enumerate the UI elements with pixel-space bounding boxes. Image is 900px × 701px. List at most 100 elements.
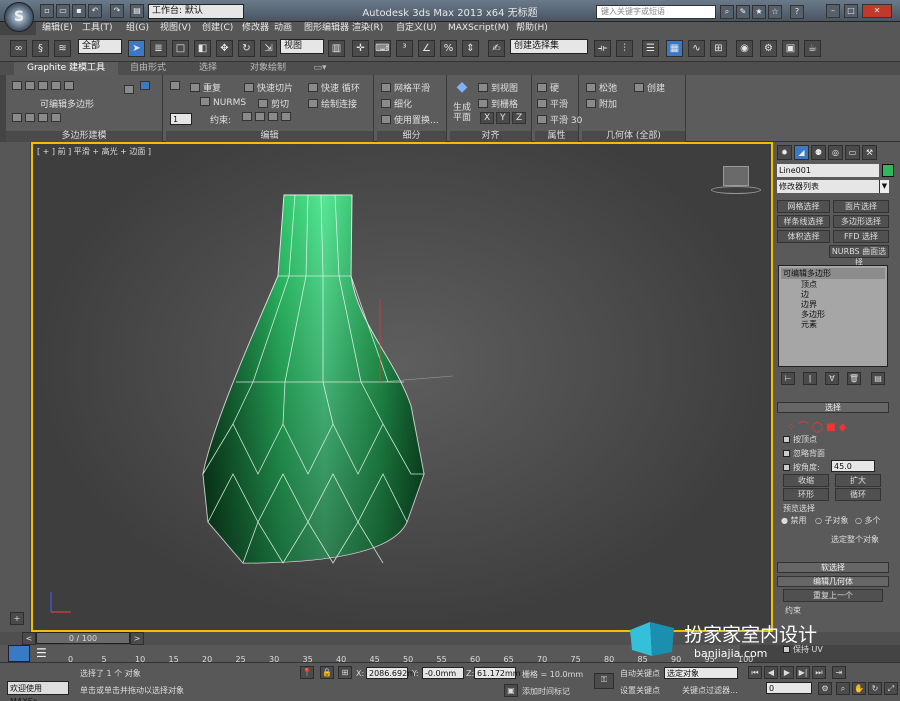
viewport-add-button[interactable]: +	[10, 612, 24, 625]
front-viewport[interactable]: [ + ] 前 ] 平滑 + 高光 + 边面 ]	[33, 144, 771, 630]
time-slider[interactable]: 0 / 100	[36, 632, 130, 644]
schematic-view-icon[interactable]: ⊞	[710, 40, 727, 57]
rollout-edit-geometry[interactable]: 编辑几何体	[777, 576, 889, 587]
maxscript-listener[interactable]: 欢迎使用 MAXSc	[7, 681, 69, 701]
key-filters-button[interactable]: 关键点过滤器...	[682, 685, 738, 696]
loop-button[interactable]: 循环	[835, 488, 881, 501]
hierarchy-tab-icon[interactable]: ⚉	[811, 145, 826, 160]
rollout-selection[interactable]: 选择	[777, 402, 889, 413]
move-icon[interactable]: ✥	[216, 40, 233, 57]
quickloop-button[interactable]: 快速 循环	[308, 81, 360, 94]
prev-key-icon[interactable]: ◀	[764, 666, 778, 679]
percent-snap-icon[interactable]: %	[440, 40, 457, 57]
add-time-tag-button[interactable]: 添加时间标记	[522, 686, 570, 697]
redo-icon[interactable]: ↷	[110, 4, 124, 18]
meshsmooth-button[interactable]: 网格平滑	[381, 81, 430, 94]
close-button[interactable]: ✕	[862, 4, 892, 18]
motion-tab-icon[interactable]: ◎	[828, 145, 843, 160]
save-file-icon[interactable]: ▪	[72, 4, 86, 18]
go-to-start-icon[interactable]: ⏮	[748, 666, 762, 679]
constraint-edge-icon[interactable]	[255, 112, 265, 121]
track-bar-key-icon[interactable]: ☰	[36, 646, 56, 661]
constraint-none-icon[interactable]	[242, 112, 252, 121]
window-crossing-icon[interactable]: ◧	[194, 40, 211, 57]
keyboard-shortcut-icon[interactable]: ⌨	[374, 40, 391, 57]
tab-graphite-modeling[interactable]: Graphite 建模工具	[14, 62, 118, 75]
named-selection-dropdown[interactable]: 创建选择集	[510, 39, 588, 54]
scale-icon[interactable]: ⇲	[260, 40, 277, 57]
smooth-button[interactable]: 平滑	[537, 97, 568, 110]
project-folder-icon[interactable]: ▤	[130, 4, 144, 18]
reference-coord-dropdown[interactable]: 视图	[280, 39, 324, 54]
ffd-select-button[interactable]: FFD 选择	[833, 230, 889, 243]
render-setup-icon[interactable]: ⚙	[760, 40, 777, 57]
material-editor-icon[interactable]: ◉	[736, 40, 753, 57]
selection-filter-dropdown[interactable]: 全部	[78, 39, 122, 54]
preview-multi-radio[interactable]: ○ 多个	[855, 515, 881, 526]
paste-icon[interactable]	[170, 81, 180, 90]
repeat-last-button[interactable]: 重复上一个	[783, 589, 883, 602]
utilities-tab-icon[interactable]: ⚒	[862, 145, 877, 160]
element-mode-icon[interactable]	[64, 81, 74, 90]
app-logo-icon[interactable]: S	[4, 2, 34, 32]
generate-plane-icon[interactable]: ◆	[452, 79, 472, 95]
modify-mode-icon[interactable]	[51, 113, 61, 122]
align-icon[interactable]: ⫶	[616, 40, 633, 57]
to-view-button[interactable]: 到视图	[478, 81, 518, 94]
select-manipulate-icon[interactable]: ✛	[352, 40, 369, 57]
preview-disable-radio[interactable]: ● 禁用	[781, 515, 807, 526]
tab-freeform[interactable]: 自由形式	[118, 62, 178, 75]
repeat-button[interactable]: 重复	[190, 81, 221, 94]
quickslice-button[interactable]: 快速切片	[244, 81, 293, 94]
align-x-button[interactable]: X	[480, 112, 495, 124]
menu-tools[interactable]: 工具(T)	[82, 22, 113, 35]
maximize-viewport-icon[interactable]: ⤢	[884, 682, 898, 695]
nurbs-select-button[interactable]: NURBS 曲面选择	[829, 245, 889, 267]
select-by-name-icon[interactable]: ≣	[150, 40, 167, 57]
mesh-select-button[interactable]: 网格选择	[777, 200, 830, 213]
spline-select-button[interactable]: 样条线选择	[777, 215, 830, 228]
create-tab-icon[interactable]: ✹	[777, 145, 792, 160]
bind-spacewarp-icon[interactable]: ≋	[54, 40, 71, 57]
show-end-result-icon[interactable]	[140, 81, 150, 90]
vertex-mode-icon[interactable]	[12, 81, 22, 90]
layer-manager-icon[interactable]: ☰	[642, 40, 659, 57]
generate-plane-label[interactable]: 生成 平面	[450, 103, 474, 123]
modifier-list-dropdown[interactable]: 修改器列表	[777, 180, 889, 193]
configure-sets-icon[interactable]: ▤	[871, 372, 885, 385]
selection-lock-icon[interactable]: 🔒	[320, 666, 334, 679]
polygon-mode-icon[interactable]	[51, 81, 61, 90]
border-mode-icon[interactable]	[38, 81, 48, 90]
help-icon[interactable]: ?	[790, 5, 804, 19]
vase-model[interactable]	[33, 144, 771, 630]
collapse-stack-icon[interactable]	[38, 113, 48, 122]
orbit-icon[interactable]: ↻	[868, 682, 882, 695]
object-color-swatch[interactable]	[882, 164, 894, 177]
menu-create[interactable]: 创建(C)	[202, 22, 233, 35]
curve-editor-icon[interactable]: ∿	[688, 40, 705, 57]
next-key-icon[interactable]: ▶|	[796, 666, 810, 679]
absolute-mode-icon[interactable]: ⊞	[338, 666, 352, 679]
relax-button[interactable]: 松弛	[586, 81, 617, 94]
shrink-button[interactable]: 收缩	[783, 474, 829, 487]
z-coordinate-field[interactable]: 61.172mm	[474, 667, 521, 679]
paint-connect-button[interactable]: 绘制连接	[308, 97, 357, 110]
smooth30-button[interactable]: 平滑 30	[537, 113, 582, 126]
edge-mode-icon[interactable]	[25, 81, 35, 90]
isolate-icon[interactable]: 📍	[300, 666, 314, 679]
auto-key-button[interactable]: 自动关键点	[620, 668, 660, 679]
play-icon[interactable]: ▶	[780, 666, 794, 679]
rollout-soft-selection[interactable]: 软选择	[777, 562, 889, 573]
stack-item-element[interactable]: 元素	[801, 319, 817, 330]
y-coordinate-field[interactable]: -0.0mm	[422, 667, 464, 679]
time-config-icon[interactable]: ⚙	[818, 682, 832, 695]
rendered-frame-icon[interactable]: ▣	[782, 40, 799, 57]
ribbon-options-icon[interactable]: ▭▾	[310, 62, 330, 75]
poly-select-button[interactable]: 多边形选择	[833, 215, 889, 228]
key-mode-icon[interactable]: ⇥	[832, 666, 846, 679]
patch-select-button[interactable]: 面片选择	[833, 200, 889, 213]
graphite-toggle-icon[interactable]: ▦	[666, 40, 683, 57]
menu-maxscript[interactable]: MAXScript(M)	[448, 22, 509, 35]
show-end-result-toggle-icon[interactable]: ǀ	[803, 372, 817, 385]
spinner-snap-icon[interactable]: ⇕	[462, 40, 479, 57]
